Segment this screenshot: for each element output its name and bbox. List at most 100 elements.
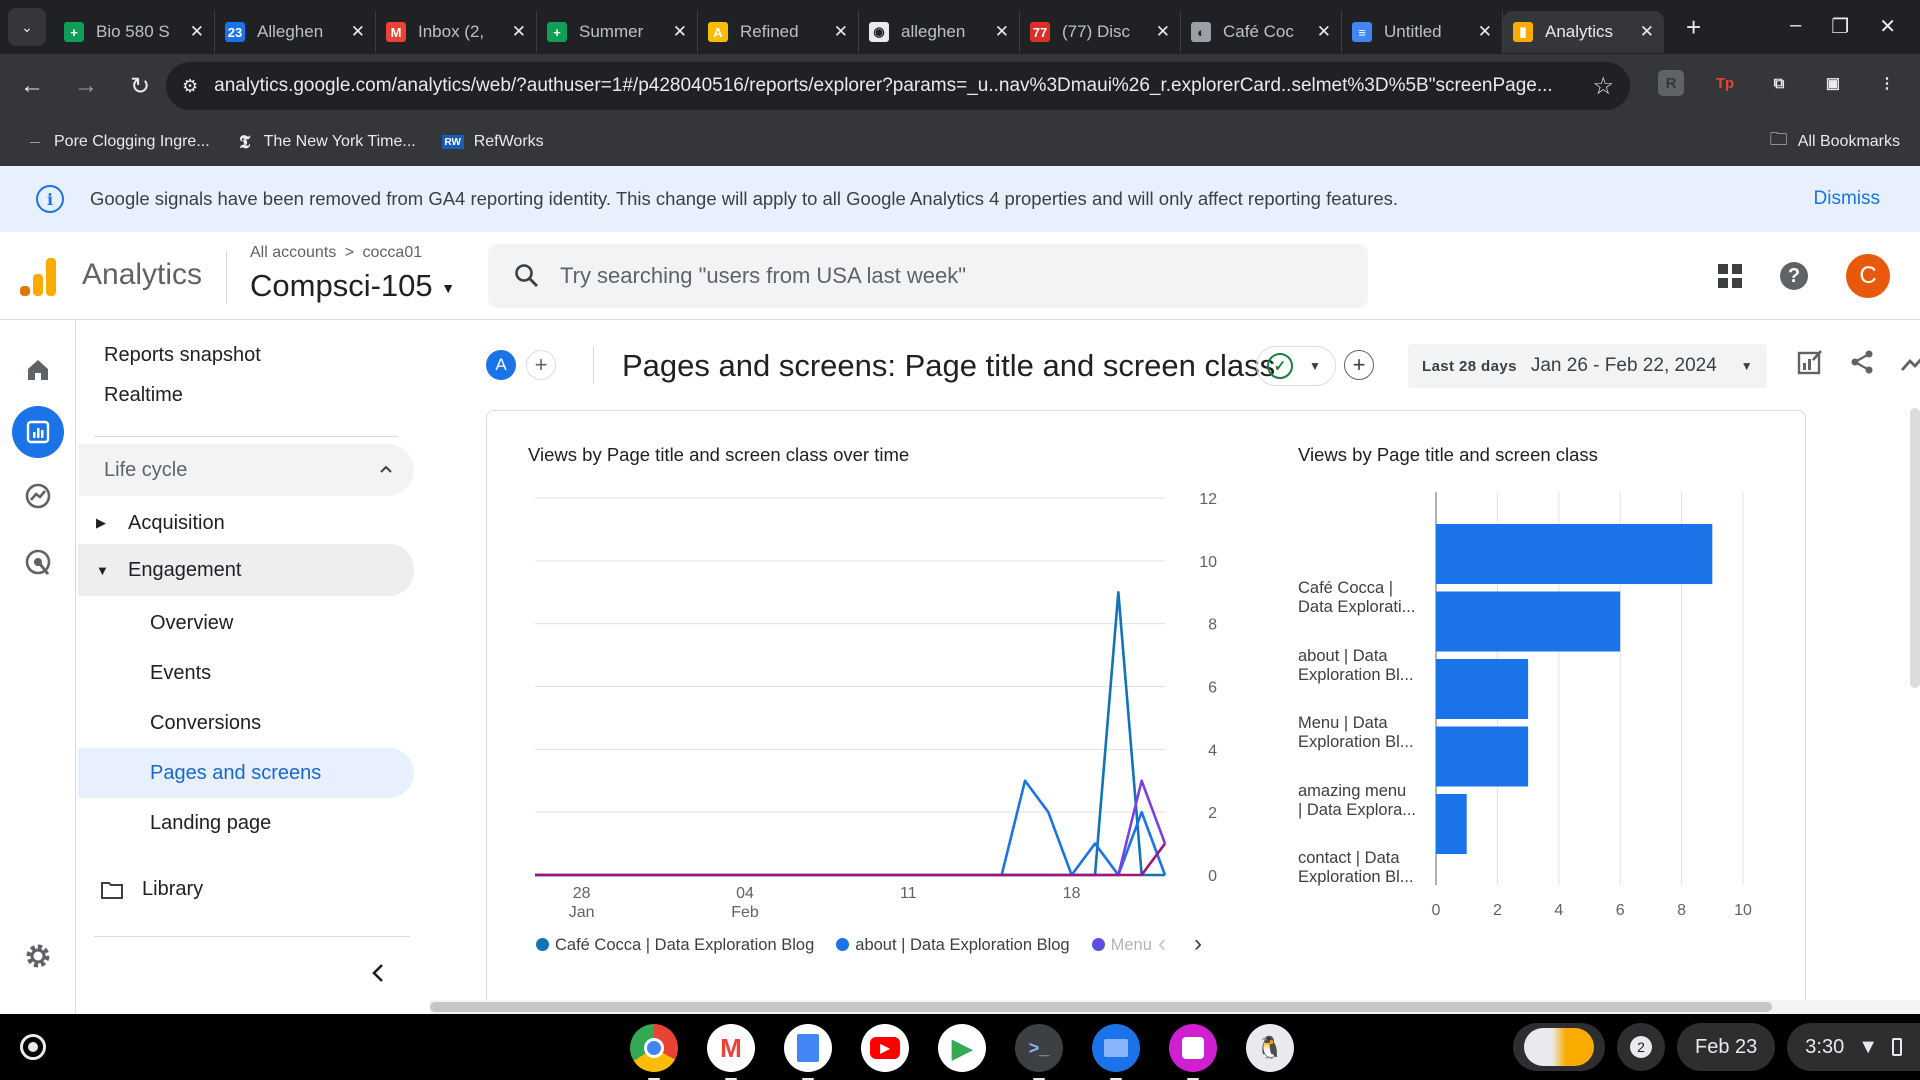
browser-tab[interactable]: 77 (77) Disc ✕	[1020, 11, 1181, 53]
tab-close-icon[interactable]: ✕	[190, 22, 204, 42]
explore-icon[interactable]	[12, 470, 64, 522]
tab-close-icon[interactable]: ✕	[512, 22, 526, 42]
tab-close-icon[interactable]: ✕	[351, 22, 365, 42]
side-panel-icon[interactable]: ▣	[1820, 70, 1846, 96]
date-range-picker[interactable]: Last 28 days Jan 26 - Feb 22, 2024 ▼	[1408, 344, 1767, 388]
horizontal-scrollbar[interactable]	[430, 1000, 1920, 1014]
bar[interactable]	[1436, 659, 1529, 719]
tab-close-icon[interactable]: ✕	[1317, 22, 1331, 42]
nav-overview[interactable]: Overview	[78, 598, 414, 648]
bar[interactable]	[1436, 794, 1467, 854]
bookmark-pore-clogging[interactable]: — Pore Clogging Ingre...	[26, 133, 210, 151]
extension-r-icon[interactable]: R	[1658, 70, 1684, 96]
browser-tab[interactable]: M Inbox (2, ✕	[376, 11, 537, 53]
penguin-app-icon[interactable]: 🐧	[1246, 1024, 1294, 1072]
series-line-1[interactable]	[535, 779, 1167, 877]
series-line-2[interactable]	[535, 779, 1167, 877]
tab-search-button[interactable]: ⌄	[8, 8, 46, 46]
nav-landing-page[interactable]: Landing page	[78, 798, 414, 848]
vertical-scrollbar[interactable]	[1910, 408, 1920, 688]
bookmark-refworks[interactable]: RW RefWorks	[441, 133, 544, 151]
files-app-icon[interactable]	[1092, 1024, 1140, 1080]
search-box[interactable]	[488, 244, 1368, 308]
legend-item[interactable]: Menu	[1091, 936, 1152, 955]
minimize-icon[interactable]: –	[1790, 14, 1801, 39]
terminal-app-icon[interactable]: >_	[1015, 1024, 1063, 1080]
all-bookmarks[interactable]: 🗀 All Bookmarks	[1770, 127, 1900, 157]
address-bar[interactable]: ⚙ analytics.google.com/analytics/web/?au…	[166, 62, 1630, 110]
collapse-nav-button[interactable]	[368, 960, 388, 991]
nav-events[interactable]: Events	[78, 648, 414, 698]
new-tab-button[interactable]: +	[1686, 12, 1701, 43]
canvas-app-icon[interactable]	[1169, 1024, 1217, 1080]
browser-tab[interactable]: 23 Alleghen ✕	[215, 11, 376, 53]
add-card-button[interactable]: +	[1344, 350, 1374, 380]
settings-gear-icon[interactable]	[12, 930, 64, 982]
home-icon[interactable]	[12, 344, 64, 396]
series-line-0[interactable]	[535, 590, 1165, 877]
gmail-app-icon[interactable]: M	[707, 1024, 755, 1080]
tab-close-icon[interactable]: ✕	[1640, 22, 1654, 42]
comparison-a-chip[interactable]: A	[486, 350, 516, 380]
close-window-icon[interactable]: ✕	[1879, 14, 1896, 39]
forward-button[interactable]: →	[64, 72, 108, 100]
tab-close-icon[interactable]: ✕	[1156, 22, 1170, 42]
share-icon[interactable]	[1848, 348, 1876, 376]
reload-button[interactable]: ↻	[118, 72, 162, 101]
restore-icon[interactable]: ❐	[1831, 14, 1849, 39]
browser-tab[interactable]: ◉ alleghen ✕	[859, 11, 1020, 53]
browser-tab[interactable]: ≡ Untitled ✕	[1342, 11, 1503, 53]
chrome-app-icon[interactable]	[630, 1024, 678, 1080]
avatar[interactable]: C	[1846, 254, 1890, 298]
nav-engagement[interactable]: ▼ Engagement	[78, 544, 414, 596]
chevron-left-icon[interactable]: ‹	[1158, 930, 1166, 958]
bookmark-nyt[interactable]: 𝕿 The New York Time...	[236, 132, 416, 153]
legend-item[interactable]: about | Data Exploration Blog	[836, 936, 1070, 955]
chrome-menu-icon[interactable]: ⋮	[1874, 70, 1900, 96]
tab-close-icon[interactable]: ✕	[995, 22, 1009, 42]
bookmark-star-icon[interactable]: ☆	[1592, 72, 1614, 101]
report-status-chip[interactable]: ✓ ▼	[1256, 346, 1336, 386]
apps-grid-icon[interactable]	[1718, 264, 1742, 288]
property-selector[interactable]: Compsci-105 ▼	[250, 268, 455, 304]
chevron-right-icon[interactable]: ›	[1194, 930, 1202, 958]
nav-acquisition[interactable]: ▶ Acquisition	[78, 498, 414, 548]
nav-lifecycle-section[interactable]: Life cycle	[78, 444, 414, 496]
nav-conversions[interactable]: Conversions	[78, 698, 414, 748]
bar[interactable]	[1436, 726, 1529, 787]
docs-app-icon[interactable]	[784, 1024, 832, 1080]
breadcrumb[interactable]: All accounts > cocca01	[250, 244, 422, 262]
dismiss-button[interactable]: Dismiss	[1814, 188, 1881, 210]
extensions-puzzle-icon[interactable]: ⧉	[1766, 70, 1792, 96]
scrollbar-thumb[interactable]	[430, 1002, 1772, 1012]
notification-badge[interactable]: 2	[1617, 1023, 1665, 1071]
analytics-logo-icon[interactable]	[20, 258, 56, 296]
launcher-icon[interactable]	[20, 1034, 46, 1060]
back-button[interactable]: ←	[10, 72, 54, 100]
url-text[interactable]: analytics.google.com/analytics/web/?auth…	[214, 75, 1576, 97]
legend-item[interactable]: Café Cocca | Data Exploration Blog	[536, 936, 814, 955]
youtube-app-icon[interactable]: ▶	[861, 1024, 909, 1072]
bar[interactable]	[1436, 591, 1621, 652]
browser-tab[interactable]: + Summer ✕	[537, 11, 698, 53]
nav-pages-and-screens[interactable]: Pages and screens	[78, 748, 414, 798]
nav-reports-snapshot[interactable]: Reports snapshot	[104, 344, 261, 367]
holding-space-icon[interactable]	[1513, 1023, 1605, 1071]
browser-tab[interactable]: ◐ Café Coc ✕	[1181, 11, 1342, 53]
tab-close-icon[interactable]: ✕	[673, 22, 687, 42]
search-input[interactable]	[560, 263, 1320, 289]
product-name[interactable]: Analytics	[82, 258, 202, 292]
nav-library[interactable]: Library	[100, 878, 203, 901]
bar[interactable]	[1436, 524, 1713, 584]
advertising-icon[interactable]	[12, 536, 64, 588]
site-info-icon[interactable]: ⚙	[182, 76, 198, 97]
play-store-app-icon[interactable]: ▶	[938, 1024, 986, 1072]
browser-tab[interactable]: A Refined ✕	[698, 11, 859, 53]
browser-tab[interactable]: ▮ Analytics ✕	[1503, 11, 1664, 53]
add-comparison-button[interactable]: +	[526, 350, 556, 380]
extension-tp-icon[interactable]: Tp	[1712, 70, 1738, 96]
tab-close-icon[interactable]: ✕	[834, 22, 848, 42]
browser-tab[interactable]: + Bio 580 S ✕	[54, 11, 215, 53]
customize-report-icon[interactable]	[1796, 348, 1824, 376]
insights-icon[interactable]	[1900, 348, 1920, 376]
